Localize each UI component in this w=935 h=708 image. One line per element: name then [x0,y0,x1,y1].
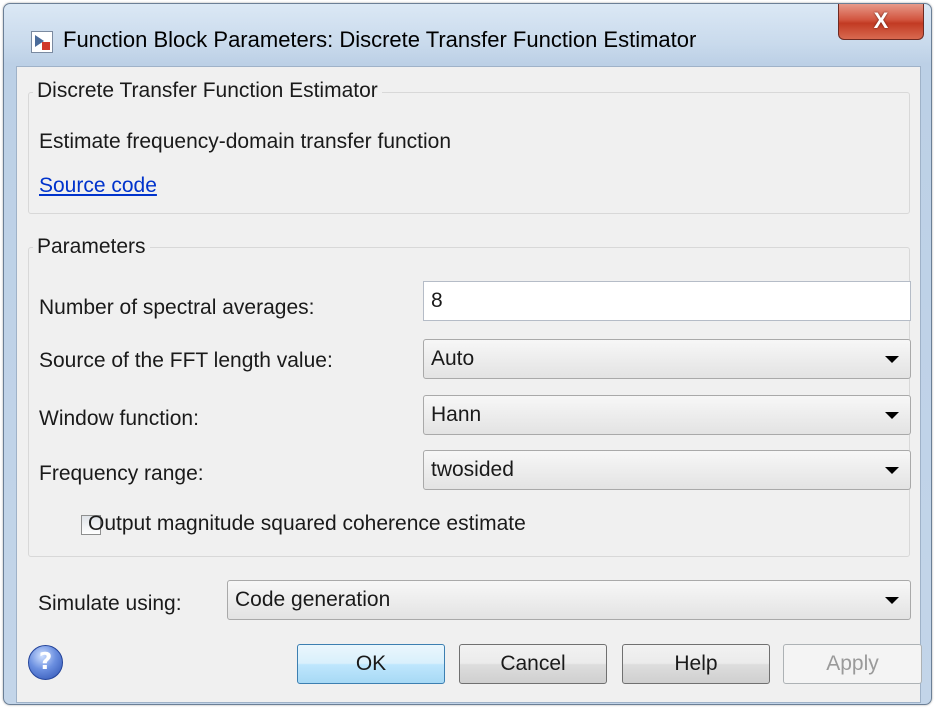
help-button[interactable]: Help [622,644,770,684]
simulate-using-value: Code generation [235,588,391,611]
block-group-title: Discrete Transfer Function Estimator [33,79,382,103]
chevron-down-icon [885,412,899,419]
source-code-link[interactable]: Source code [39,174,157,198]
parameters-group-title: Parameters [33,235,150,259]
title-bar[interactable]: Function Block Parameters: Discrete Tran… [4,4,931,66]
simulate-using-label: Simulate using: [38,592,182,615]
fft-source-dropdown[interactable]: Auto [423,339,911,379]
chevron-down-icon [885,356,899,363]
close-button[interactable]: X [838,4,924,40]
frequency-range-dropdown[interactable]: twosided [423,450,911,490]
ok-button[interactable]: OK [297,644,445,684]
chevron-down-icon [885,597,899,604]
dialog-window: Function Block Parameters: Discrete Tran… [3,3,932,705]
fft-source-value: Auto [431,347,475,370]
frequency-range-label: Frequency range: [39,462,204,485]
window-function-label: Window function: [39,407,199,430]
simulate-using-dropdown[interactable]: Code generation [227,580,911,620]
spectral-averages-input[interactable]: 8 [423,281,911,321]
window-function-dropdown[interactable]: Hann [423,395,911,435]
fft-source-label: Source of the FFT length value: [39,349,333,372]
window-title: Function Block Parameters: Discrete Tran… [63,27,697,52]
chevron-down-icon [885,467,899,474]
cancel-button[interactable]: Cancel [459,644,607,684]
window-function-value: Hann [431,403,482,426]
apply-button[interactable]: Apply [783,644,922,684]
spectral-averages-label: Number of spectral averages: [39,296,315,319]
block-description: Estimate frequency-domain transfer funct… [39,130,452,153]
dialog-body: Discrete Transfer Function Estimator Est… [16,66,922,703]
frequency-range-value: twosided [431,458,514,481]
simulink-block-icon [31,31,53,53]
help-icon[interactable]: ? [28,645,63,680]
coherence-label: Output magnitude squared coherence estim… [88,512,526,535]
